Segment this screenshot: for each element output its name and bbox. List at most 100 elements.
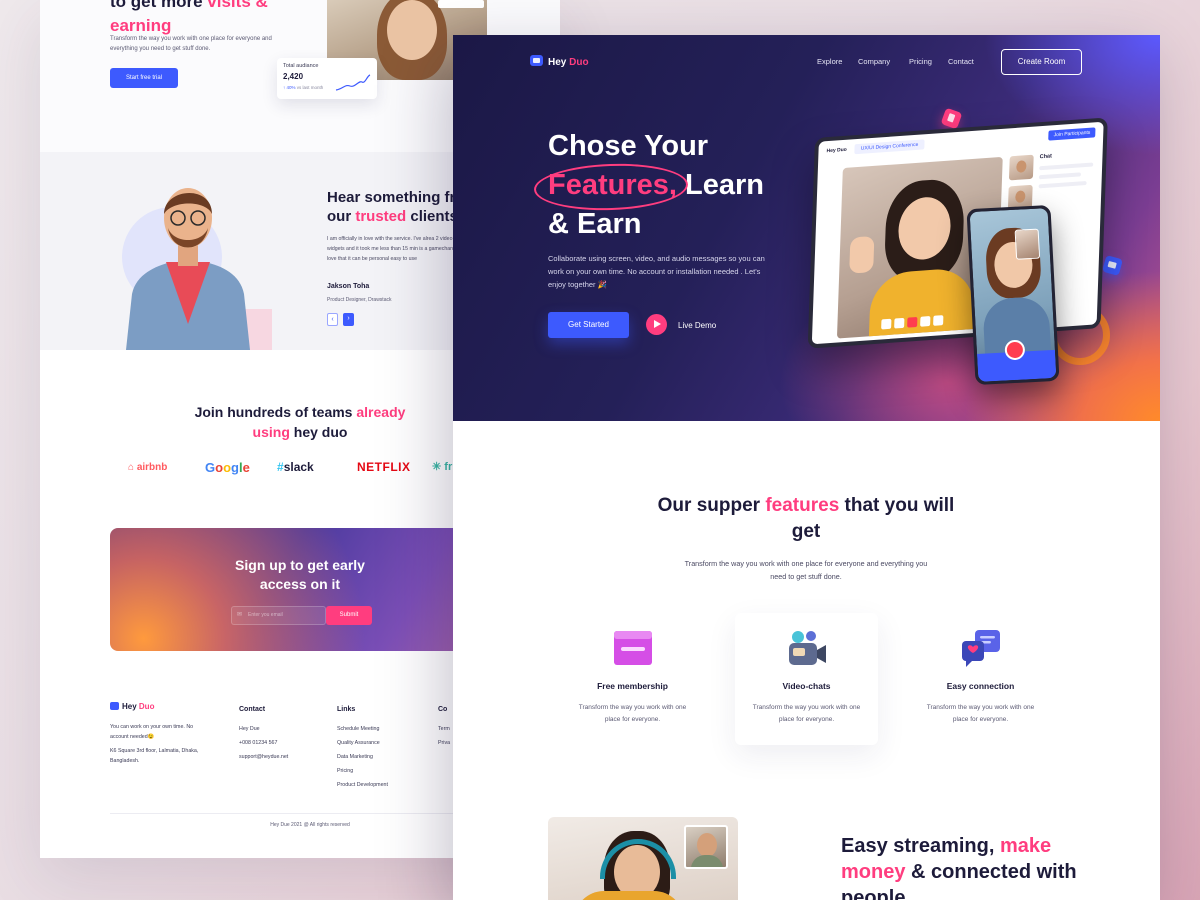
streaming-photo (548, 817, 738, 900)
footer-link[interactable]: Hey Due (239, 722, 288, 736)
stat-growth-value: 40% (286, 85, 296, 90)
footer-copyright: Hey Due 2021 @ All rights reserved (270, 822, 350, 828)
feature-description: Transform the way you work with one plac… (578, 704, 687, 723)
nav-explore[interactable]: Explore (817, 57, 842, 66)
client-photo (126, 188, 250, 350)
footer-link[interactable]: support@heydue.net (239, 750, 288, 764)
pink-badge-icon (940, 107, 963, 130)
logo-icon (110, 702, 119, 710)
streaming-title: Easy streaming, make money & connected w… (841, 833, 1101, 900)
start-free-trial-button[interactable]: Start free trial (110, 68, 178, 88)
brand-logo-text: Hey (548, 57, 570, 68)
testimonial-next-button[interactable]: › (343, 313, 354, 326)
phone-mockup (966, 204, 1060, 386)
feature-description: Transform the way you work with one plac… (926, 704, 1035, 723)
feature-card-easy-connection[interactable]: Easy connection Transform the way you wo… (909, 613, 1052, 745)
join-title-highlight: already (356, 404, 406, 420)
card-icon (613, 631, 652, 665)
hero-title-highlight: Features, (533, 161, 689, 213)
sparkline-chart (335, 74, 371, 91)
nav-pricing[interactable]: Pricing (909, 57, 932, 66)
brand-logo-accent: Duo (569, 57, 589, 68)
airbnb-icon: ⌂ (128, 462, 135, 473)
hero-title-line3: & Earn (548, 208, 642, 240)
feature-description: Transform the way you work with one plac… (752, 704, 861, 723)
play-icon[interactable] (646, 314, 667, 335)
slack-text: slack (283, 460, 314, 474)
testimonial-prev-button[interactable]: ‹ (327, 313, 338, 326)
pip-video-thumbnail (684, 825, 728, 869)
footer-company-column: Co Term Priva (438, 706, 450, 750)
footer-link[interactable]: Schedule Meeting (337, 722, 388, 736)
footer-link[interactable]: +008 01234 567 (239, 736, 288, 750)
back-hero-description: Transform the way you work with one plac… (110, 36, 272, 52)
footer-column-title: Co (438, 706, 448, 713)
back-hero-title-highlight: visits & (207, 0, 268, 11)
hero-subtitle: Collaborate using screen, video, and aud… (548, 254, 765, 289)
footer-link[interactable]: Pricing (337, 764, 388, 778)
woman-hand (849, 235, 875, 274)
feature-name: Free membership (597, 681, 668, 691)
footer-link[interactable]: Quality Assurance (337, 736, 388, 750)
join-teams-title: Join hundreds of teams already using hey… (150, 402, 450, 442)
google-logo: Google (205, 460, 250, 475)
footer-link[interactable]: Product Development (337, 778, 388, 792)
features-title-highlight: features (765, 495, 840, 516)
google-letter: G (205, 460, 216, 475)
google-letter: o (215, 460, 224, 475)
video-chat-icon (530, 55, 543, 66)
nav-company[interactable]: Company (858, 57, 890, 66)
footer-link[interactable]: Term (438, 722, 450, 736)
more-icon (933, 315, 944, 326)
streaming-title-part: Easy streaming, (841, 835, 1000, 857)
footer-contact-column: Contact Hey Due +008 01234 567 support@h… (239, 706, 288, 764)
slack-logo: #slack (277, 460, 314, 474)
footer-column-title: Contact (239, 706, 266, 713)
get-started-button[interactable]: Get Started (548, 312, 629, 338)
brand-logo[interactable]: Hey Duo (530, 55, 589, 68)
fresh-icon: ✳ (432, 461, 442, 473)
create-room-button[interactable]: Create Room (1001, 49, 1082, 75)
live-demo-link[interactable]: Live Demo (678, 321, 716, 330)
blue-video-icon (1102, 255, 1123, 276)
feature-name: Easy connection (946, 681, 1015, 691)
features-title-part: Our supper (657, 495, 766, 516)
google-letter: g (231, 460, 239, 475)
footer-links-column: Links Schedule Meeting Quality Assurance… (337, 706, 388, 792)
footer-address: K6 Square 3rd floor, Lalmatia, Dhaka, Ba… (110, 748, 199, 764)
phone-video-feed (969, 208, 1057, 382)
phone-pip-video (1014, 228, 1041, 260)
tablet-logo: Hey Duo (826, 146, 847, 155)
testimonial-title-part: our (327, 208, 356, 225)
slack-icon: # (277, 460, 284, 474)
testimonial-quote: I am officially in love with the service… (327, 236, 465, 262)
testimonial-name: Jakson Toha (327, 283, 370, 290)
join-title-part: Join hundreds of teams (194, 404, 357, 420)
tablet-meeting-title: UX/UI Design Conference (854, 139, 925, 155)
chat-message (1038, 180, 1087, 189)
testimonial-title-highlight: trusted (355, 208, 407, 225)
stat-label: Total audiance (283, 63, 319, 69)
tablet-join-button: Join Participants (1048, 127, 1096, 141)
signup-title: Sign up to get early access on it (235, 557, 365, 592)
stat-growth-suffix: vs last month (296, 85, 324, 90)
nav-contact[interactable]: Contact (948, 57, 974, 66)
email-field[interactable]: Enter you email (231, 606, 326, 625)
photo-face (387, 0, 437, 60)
tablet-mockup: Hey Duo UX/UI Design Conference Join Par… (807, 117, 1108, 349)
join-title-highlight-2: using (252, 424, 290, 440)
main-landing-page: Hey Duo Explore Company Pricing Contact … (453, 35, 1160, 900)
photo-overlay-chip (438, 0, 484, 8)
footer-link[interactable]: Priva (438, 736, 450, 750)
hero-section: Hey Duo Explore Company Pricing Contact … (453, 35, 1160, 421)
footer-link[interactable]: Data Marketing (337, 750, 388, 764)
hero-title-line1: Chose Your (548, 130, 709, 162)
feature-card-video-chats[interactable]: Video-chats Transform the way you work w… (735, 613, 878, 745)
submit-button[interactable]: Submit (326, 606, 372, 625)
footer-logo-text: Hey (122, 702, 139, 711)
feature-card-free-membership[interactable]: Free membership Transform the way you wo… (561, 613, 704, 745)
back-hero-title-highlight-2: earning (110, 16, 172, 35)
chat-bubbles-icon (961, 630, 1000, 667)
arrow-up-icon: ↑ (283, 85, 286, 90)
camera-icon (894, 317, 905, 329)
